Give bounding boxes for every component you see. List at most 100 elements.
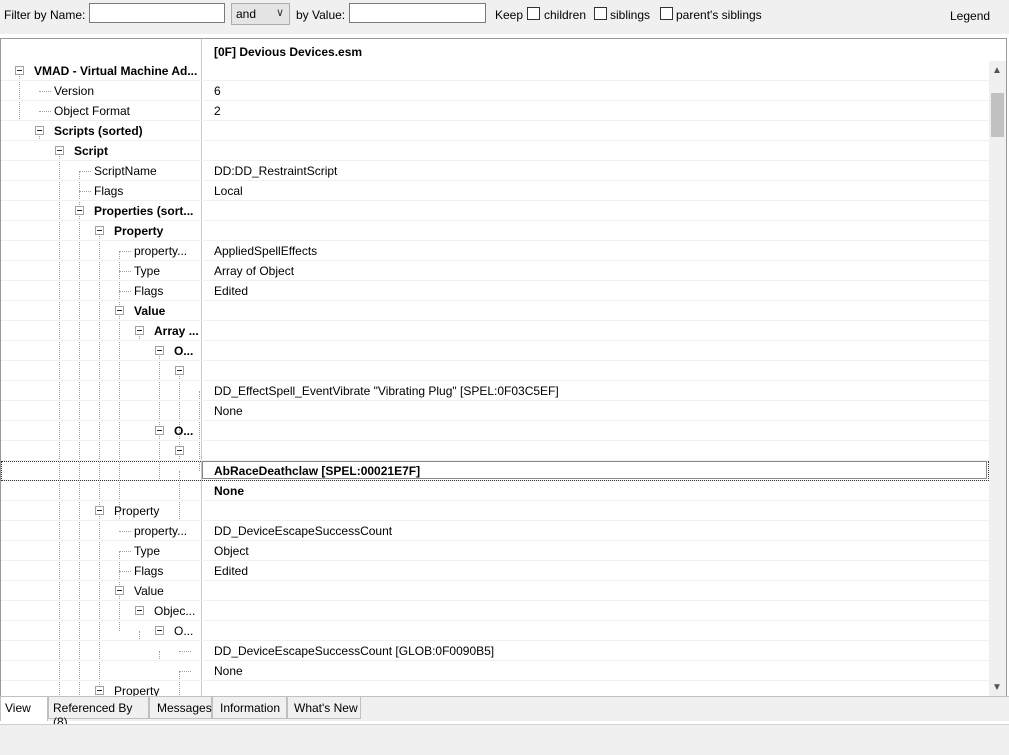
- tree-row-value[interactable]: Value: [1, 581, 989, 601]
- tree-line: [119, 571, 131, 572]
- collapse-icon[interactable]: [95, 686, 104, 695]
- tree-row-value[interactable]: Value: [1, 301, 989, 321]
- tree-line: [179, 671, 191, 672]
- tree-row-object[interactable]: O...: [1, 341, 989, 361]
- row-name: Object Format: [54, 104, 131, 118]
- row-name: Properties (sort...: [94, 204, 194, 218]
- tree-line: [79, 191, 91, 192]
- collapse-icon[interactable]: [75, 206, 84, 215]
- tree-row-scriptname[interactable]: ScriptName DD:DD_RestraintScript: [1, 161, 989, 181]
- tree-row-vmad[interactable]: VMAD - Virtual Machine Ad...: [1, 61, 989, 81]
- tree-row-scripts[interactable]: Scripts (sorted): [1, 121, 989, 141]
- row-value: DD_EffectSpell_EventVibrate "Vibrating P…: [214, 384, 559, 398]
- siblings-checkbox[interactable]: [594, 7, 607, 20]
- row-name: Value: [134, 304, 166, 318]
- tree-row-type[interactable]: Type Object: [1, 541, 989, 561]
- collapse-icon[interactable]: [95, 226, 104, 235]
- row-value: AppliedSpellEffects: [214, 244, 318, 258]
- parents-siblings-label: parent's siblings: [676, 8, 762, 22]
- tree-line: [119, 551, 131, 552]
- tree-row-flags[interactable]: Flags Edited: [1, 561, 989, 581]
- tree-row-property[interactable]: Property: [1, 221, 989, 241]
- tree-row-object[interactable]: Objec...: [1, 601, 989, 621]
- row-value: DD:DD_RestraintScript: [214, 164, 338, 178]
- tab-view[interactable]: View: [0, 697, 48, 721]
- collapse-icon[interactable]: [35, 126, 44, 135]
- row-value: DD_DeviceEscapeSuccessCount [GLOB:0F0090…: [214, 644, 495, 658]
- collapse-icon[interactable]: [15, 66, 24, 75]
- children-label: children: [544, 8, 587, 22]
- filter-value-input[interactable]: [349, 3, 486, 23]
- tree-row-formid[interactable]: DD_EffectSpell_EventVibrate "Vibrating P…: [1, 381, 989, 401]
- row-value: Edited: [214, 284, 249, 298]
- status-bar: [0, 724, 1009, 755]
- collapse-icon[interactable]: [115, 306, 124, 315]
- row-name: VMAD - Virtual Machine Ad...: [34, 64, 198, 78]
- collapse-icon[interactable]: [95, 506, 104, 515]
- tree-row-property[interactable]: Property: [1, 681, 989, 696]
- tree-row-property-name[interactable]: property... AppliedSpellEffects: [1, 241, 989, 261]
- tree-row-property[interactable]: Property: [1, 501, 989, 521]
- collapse-icon[interactable]: [135, 606, 144, 615]
- tree-row-alias[interactable]: None: [1, 481, 989, 501]
- tree-row-object-union[interactable]: [1, 441, 989, 461]
- tree-row-property-name[interactable]: property... DD_DeviceEscapeSuccessCount: [1, 521, 989, 541]
- tab-referenced-by[interactable]: Referenced By (8): [48, 697, 149, 729]
- chevron-down-icon[interactable]: ▼: [992, 682, 1002, 693]
- tree-line: [39, 91, 51, 92]
- collapse-icon[interactable]: [115, 586, 124, 595]
- operator-select[interactable]: and ∨: [231, 3, 290, 25]
- scrollbar-thumb[interactable]: [991, 93, 1004, 137]
- collapse-icon[interactable]: [55, 146, 64, 155]
- vertical-scrollbar[interactable]: ▲ ▼: [989, 61, 1006, 696]
- tab-messages[interactable]: Messages: [149, 697, 212, 719]
- filter-value-label: by Value:: [296, 8, 346, 22]
- tree-line: [119, 251, 131, 252]
- row-name: property...: [134, 244, 188, 258]
- row-value[interactable]: AbRaceDeathclaw [SPEL:00021E7F]: [214, 464, 420, 478]
- tree-row-object[interactable]: O...: [1, 421, 989, 441]
- bottom-tab-bar: View Referenced By (8) Messages Informat…: [0, 696, 1009, 729]
- parents-siblings-checkbox[interactable]: [660, 7, 673, 20]
- tree-row-version[interactable]: Version 6: [1, 81, 989, 101]
- row-name: Objec...: [154, 604, 196, 618]
- filter-name-input[interactable]: [89, 3, 225, 23]
- tree-row-object-format[interactable]: Object Format 2: [1, 101, 989, 121]
- collapse-icon[interactable]: [155, 626, 164, 635]
- collapse-icon[interactable]: [175, 446, 184, 455]
- row-name: Property: [114, 224, 164, 238]
- tree-row-flags[interactable]: Flags Local: [1, 181, 989, 201]
- tab-information[interactable]: Information: [212, 697, 287, 719]
- tree-row-formid-selected[interactable]: AbRaceDeathclaw [SPEL:00021E7F]: [1, 461, 989, 481]
- tree-row-alias[interactable]: None: [1, 401, 989, 421]
- row-name: Flags: [134, 564, 164, 578]
- chevron-up-icon[interactable]: ▲: [992, 65, 1002, 76]
- tree-line: [179, 651, 191, 652]
- collapse-icon[interactable]: [155, 346, 164, 355]
- tree-row-object-union[interactable]: [1, 361, 989, 381]
- collapse-icon[interactable]: [135, 326, 144, 335]
- tree-row-array[interactable]: Array ...: [1, 321, 989, 341]
- tree-row-alias[interactable]: None: [1, 661, 989, 681]
- tree-line: [119, 531, 131, 532]
- children-checkbox[interactable]: [527, 7, 540, 20]
- tab-whats-new[interactable]: What's New: [287, 697, 361, 719]
- tree-row-properties[interactable]: Properties (sort...: [1, 201, 989, 221]
- legend-button[interactable]: Legend: [950, 9, 990, 23]
- tree-row-object-union[interactable]: O...: [1, 621, 989, 641]
- row-value: None: [214, 404, 243, 418]
- tree-row-flags[interactable]: Flags Edited: [1, 281, 989, 301]
- siblings-label: siblings: [610, 8, 651, 22]
- row-name: Flags: [134, 284, 164, 298]
- tree-row-formid[interactable]: DD_DeviceEscapeSuccessCount [GLOB:0F0090…: [1, 641, 989, 661]
- record-view-panel: [0F] Devious Devices.esm VMAD - Virtual …: [0, 38, 1007, 696]
- collapse-icon[interactable]: [175, 366, 184, 375]
- row-name: Type: [134, 264, 161, 278]
- row-name: O...: [174, 424, 194, 438]
- row-name: property...: [134, 524, 188, 538]
- row-name: Scripts (sorted): [54, 124, 143, 138]
- row-value: DD_DeviceEscapeSuccessCount: [214, 524, 393, 538]
- tree-row-script[interactable]: Script: [1, 141, 989, 161]
- collapse-icon[interactable]: [155, 426, 164, 435]
- tree-row-type[interactable]: Type Array of Object: [1, 261, 989, 281]
